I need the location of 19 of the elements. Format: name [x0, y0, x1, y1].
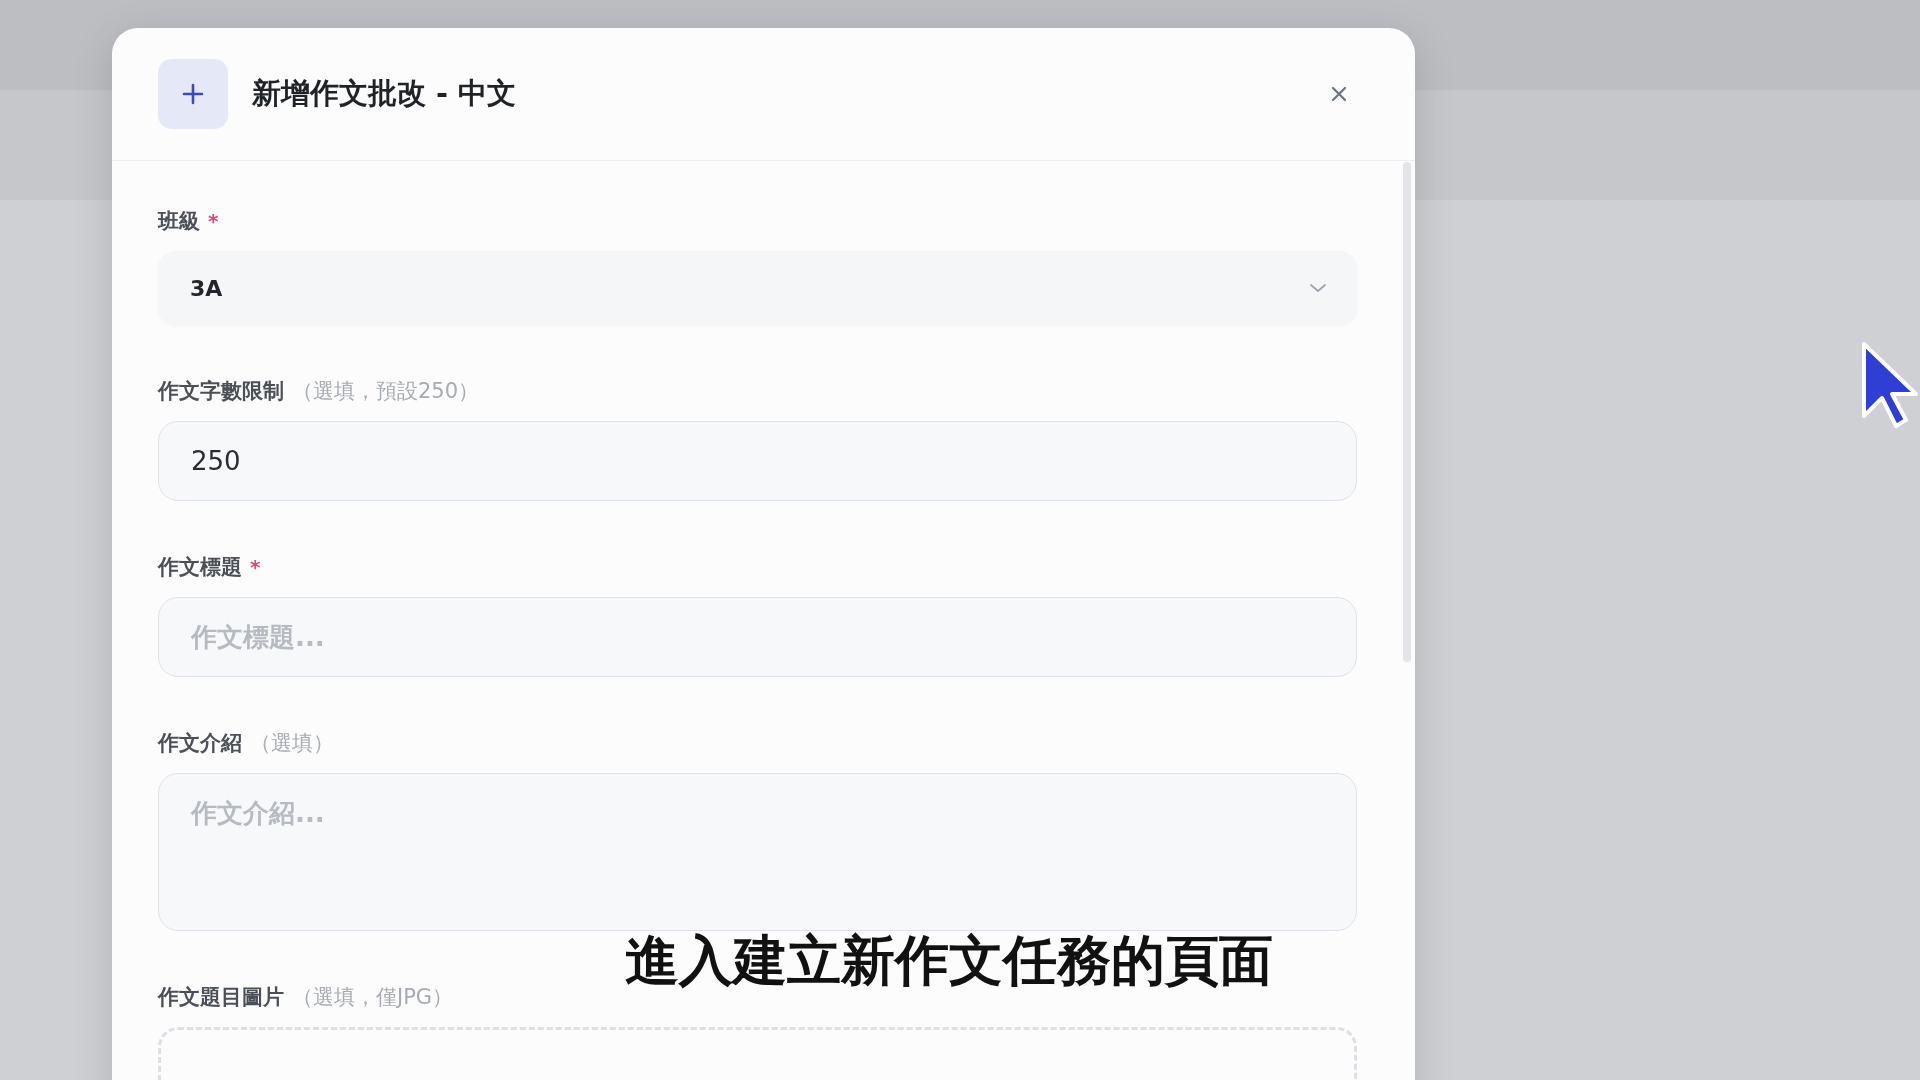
field-label: 作文題目圖片: [158, 984, 284, 1011]
input-field[interactable]: 作文標題...: [158, 597, 1357, 677]
dialog-title: 新增作文批改 - 中文: [252, 75, 518, 112]
field-hint: （選填，預設250）: [292, 378, 480, 405]
field-hint: （選填，僅JPG）: [292, 984, 454, 1011]
plus-icon: [158, 59, 228, 129]
field-label: 作文字數限制: [158, 378, 284, 405]
field-label: 班級: [158, 208, 200, 235]
field-label: 作文介紹: [158, 730, 242, 757]
video-caption: 進入建立新作文任務的頁面: [625, 928, 1273, 994]
textarea-field[interactable]: 作文介紹...: [158, 773, 1357, 931]
input-field[interactable]: 250: [158, 421, 1357, 501]
required-mark: *: [208, 209, 219, 233]
field-label: 作文標題: [158, 554, 242, 581]
chevron-down-icon: [1309, 283, 1327, 293]
required-mark: *: [250, 555, 261, 579]
mouse-cursor-icon: [1860, 340, 1920, 430]
class-dropdown[interactable]: 3A: [158, 251, 1357, 325]
field-hint: （選填）: [250, 730, 334, 757]
